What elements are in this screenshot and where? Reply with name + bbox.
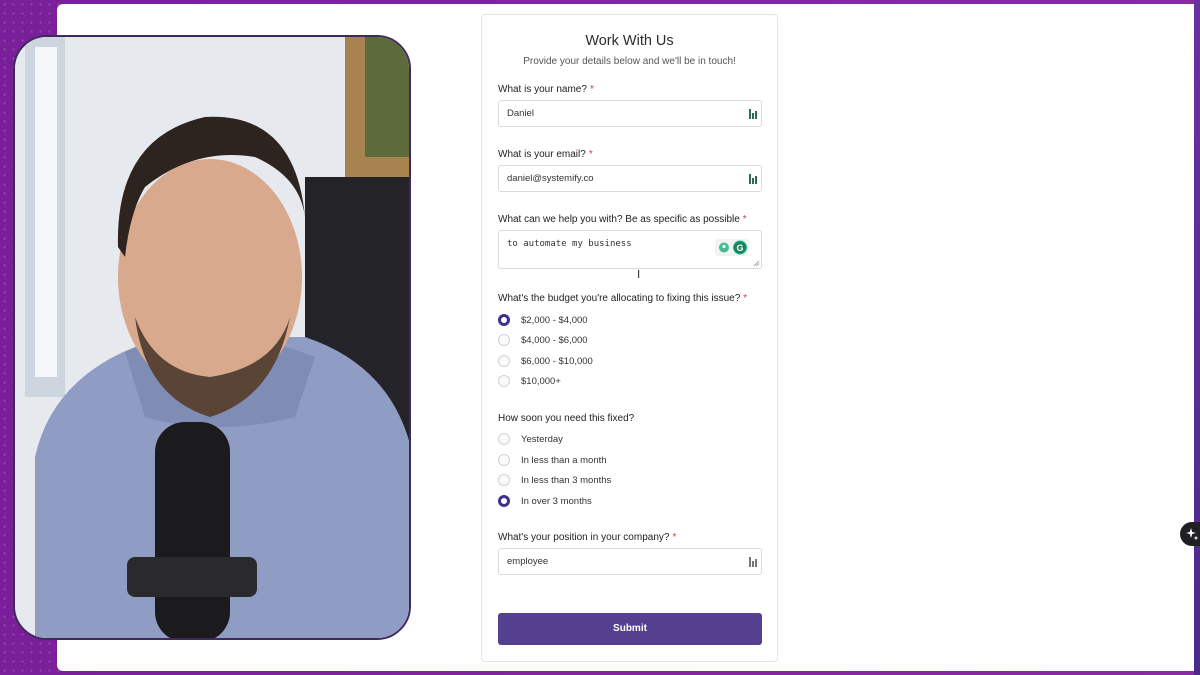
form-subtitle: Provide your details below and we'll be … (523, 56, 736, 67)
email-question: What is your email? * (498, 149, 593, 160)
form-title: Work With Us (585, 33, 674, 49)
bar-chart-icon[interactable] (749, 109, 757, 119)
timeline-question: How soon you need this fixed? (498, 413, 634, 424)
name-question: What is your name? * (498, 84, 594, 95)
timeline-question-label: How soon you need this fixed? (498, 413, 635, 424)
budget-option[interactable]: $2,000 - $4,000 (498, 313, 588, 327)
grammarly-widget[interactable]: G (715, 239, 749, 256)
ai-assist-button[interactable] (1180, 522, 1200, 546)
radio-button[interactable] (498, 375, 510, 387)
budget-option-label: $2,000 - $4,000 (521, 314, 588, 326)
position-input-value: employee (507, 556, 549, 567)
name-input[interactable]: Daniel (498, 100, 762, 127)
radio-button[interactable] (498, 454, 510, 466)
help-textarea-value: to automate my business (507, 239, 632, 249)
position-question-label: What's your position in your company? (498, 532, 670, 543)
radio-button[interactable] (498, 474, 510, 486)
radio-button[interactable] (498, 355, 510, 367)
timeline-option-label: Yesterday (521, 433, 563, 445)
bar-chart-icon[interactable] (749, 174, 757, 184)
radio-button[interactable] (498, 334, 510, 346)
name-input-value: Daniel (507, 108, 534, 119)
budget-option-label: $4,000 - $6,000 (521, 334, 588, 346)
email-input-value: daniel@systemify.co (507, 173, 594, 184)
budget-question-label: What's the budget you're allocating to f… (498, 293, 741, 304)
position-input[interactable]: employee (498, 548, 762, 575)
webcam-overlay (13, 35, 411, 640)
position-question: What's your position in your company? * (498, 532, 676, 543)
text-cursor-icon: I (637, 268, 641, 281)
email-input[interactable]: daniel@systemify.co (498, 165, 762, 192)
timeline-option-label: In less than a month (521, 454, 607, 466)
required-marker: * (743, 293, 748, 304)
svg-text:G: G (736, 243, 743, 253)
required-marker: * (589, 84, 594, 95)
timeline-option-label: In over 3 months (521, 495, 592, 507)
work-with-us-form: Work With Us Provide your details below … (481, 14, 778, 662)
required-marker: * (742, 214, 747, 225)
budget-option-label: $10,000+ (521, 375, 561, 387)
bar-chart-icon[interactable] (749, 557, 757, 567)
budget-option-label: $6,000 - $10,000 (521, 355, 593, 367)
radio-button-selected[interactable] (498, 314, 510, 326)
required-marker: * (672, 532, 677, 543)
help-question-label: What can we help you with? Be as specifi… (498, 214, 740, 225)
sparkle-icon (1186, 528, 1199, 541)
budget-question: What's the budget you're allocating to f… (498, 293, 747, 304)
submit-button[interactable]: Submit (498, 613, 762, 645)
email-question-label: What is your email? (498, 149, 586, 160)
timeline-option[interactable]: In less than a month (498, 453, 607, 467)
help-textarea[interactable]: to automate my business G (498, 230, 762, 269)
budget-option[interactable]: $10,000+ (498, 374, 561, 388)
budget-option[interactable]: $6,000 - $10,000 (498, 354, 593, 368)
name-question-label: What is your name? (498, 84, 587, 95)
radio-button-selected[interactable] (498, 495, 510, 507)
grammarly-icon[interactable]: G (715, 239, 749, 256)
timeline-option[interactable]: In less than 3 months (498, 473, 611, 487)
resize-handle-icon[interactable] (753, 260, 760, 267)
required-marker: * (588, 149, 593, 160)
radio-button[interactable] (498, 433, 510, 445)
presenter-video-frame (15, 37, 409, 638)
budget-option[interactable]: $4,000 - $6,000 (498, 333, 588, 347)
help-question: What can we help you with? Be as specifi… (498, 214, 747, 225)
timeline-option[interactable]: In over 3 months (498, 494, 592, 508)
timeline-option-label: In less than 3 months (521, 474, 612, 486)
window-edge (1194, 0, 1200, 675)
timeline-option[interactable]: Yesterday (498, 432, 563, 446)
